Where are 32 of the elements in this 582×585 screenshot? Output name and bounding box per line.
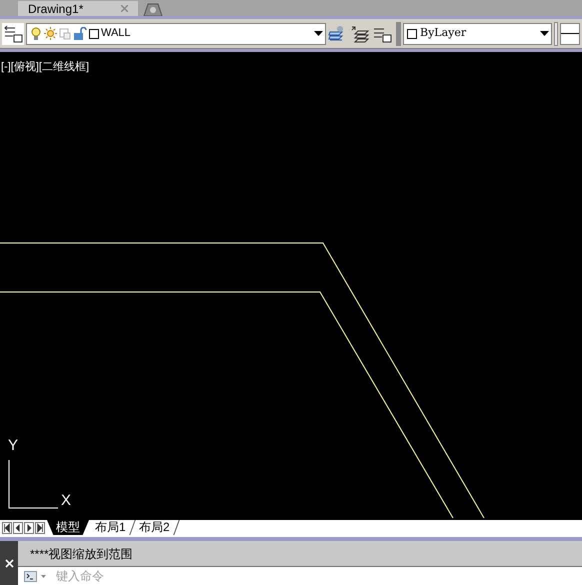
command-panel-handle[interactable] [0,541,18,585]
sun-icon[interactable] [44,27,57,40]
command-prompt-icon[interactable] [24,570,37,582]
viewport-label[interactable]: [-][俯视][二维线框] [1,59,89,76]
new-tab-icon[interactable] [142,2,164,16]
toolbar-grip[interactable] [554,22,558,46]
ucs-x-label: X [61,493,72,508]
layer-name: WALL [101,26,132,42]
padlock-icon[interactable] [73,26,87,40]
ucs-axes [8,460,58,508]
caret-icon[interactable] [41,574,46,578]
toolbar-grip[interactable] [396,22,401,46]
last-tab-button[interactable] [35,522,45,534]
layout-tab[interactable]: 模型 [47,520,89,535]
color-swatch [89,28,99,38]
color-swatch [407,28,417,38]
dropdown-arrow-icon[interactable] [540,31,549,36]
ucs-y-label: Y [8,438,18,453]
first-tab-button[interactable] [2,522,12,534]
previous-tab-button[interactable] [13,522,23,534]
next-tab-button[interactable] [24,522,34,534]
layer-stack-icon[interactable] [2,22,24,44]
command-history-line: ****视图缩放到范围 [30,546,133,562]
color-dropdown[interactable]: ByLayer [403,22,552,44]
color-value: ByLayer [420,25,468,42]
dropdown-arrow-icon[interactable] [314,31,323,36]
linetype-dropdown[interactable] [560,22,580,44]
layout-tab[interactable]: 布局2 [130,520,180,535]
layers-arrow-icon[interactable] [350,24,370,44]
layer-dropdown[interactable]: WALL [26,22,326,44]
document-tab[interactable]: Drawing1* [18,1,138,16]
lightbulb-icon[interactable] [30,26,42,40]
